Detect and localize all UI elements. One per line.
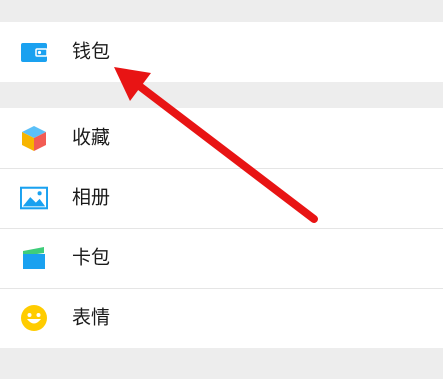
section-spacer: [0, 82, 443, 108]
menu-item-label: 表情: [72, 306, 111, 329]
menu-item-card-wallet[interactable]: 卡包: [0, 228, 443, 288]
wallet-icon: [20, 38, 48, 66]
menu-item-favorites[interactable]: 收藏: [0, 108, 443, 168]
top-spacer: [0, 0, 443, 22]
menu-item-label: 钱包: [72, 40, 111, 63]
features-section: 收藏 相册 卡包 表情: [0, 108, 443, 348]
menu-item-label: 收藏: [72, 126, 111, 149]
card-wallet-icon: [20, 244, 48, 272]
menu-item-label: 相册: [72, 186, 111, 209]
menu-item-wallet[interactable]: 钱包: [0, 22, 443, 82]
menu-item-stickers[interactable]: 表情: [0, 288, 443, 348]
wallet-section: 钱包: [0, 22, 443, 82]
menu-item-label: 卡包: [72, 246, 111, 269]
favorites-cube-icon: [20, 124, 48, 152]
smiley-icon: [20, 304, 48, 332]
album-image-icon: [20, 184, 48, 212]
menu-item-album[interactable]: 相册: [0, 168, 443, 228]
